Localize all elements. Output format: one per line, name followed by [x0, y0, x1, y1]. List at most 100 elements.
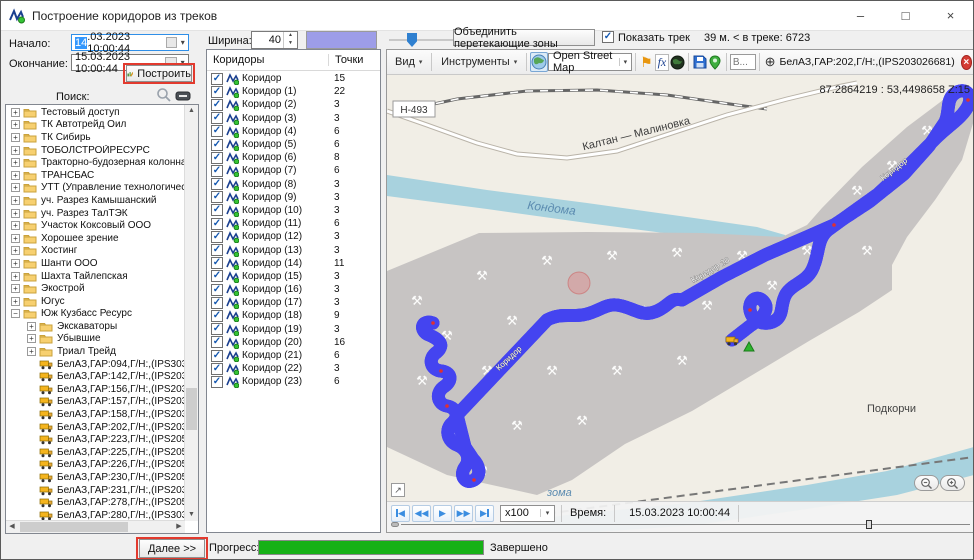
search-icon[interactable] — [156, 87, 172, 103]
tree-item[interactable]: БелАЗ,ГАР:157,Г/Н:,(IPS2030312 — [6, 396, 185, 409]
corridor-row[interactable]: ✓Коридор (8)3 — [207, 178, 380, 191]
keyboard-icon[interactable] — [175, 88, 191, 104]
tree-vertical-scrollbar[interactable]: ▲ ▼ — [184, 105, 198, 521]
corridor-checkbox[interactable]: ✓ — [211, 284, 223, 296]
tree-item[interactable]: БелАЗ,ГАР:223,Г/Н:,(IPS2050015 — [6, 433, 185, 446]
collapse-icon[interactable]: − — [11, 309, 20, 318]
corridor-checkbox[interactable]: ✓ — [211, 376, 223, 388]
timeline-thumb[interactable] — [866, 520, 872, 529]
scroll-up-icon[interactable]: ▲ — [185, 105, 198, 117]
corridor-row[interactable]: ✓Коридор (15)3 — [207, 270, 380, 283]
spinner-arrows[interactable]: ▲▼ — [283, 32, 297, 48]
corridor-row[interactable]: ✓Коридор (22)3 — [207, 362, 380, 375]
start-datetime-field[interactable]: 14.03.2023 10:00:44 ▾ — [71, 34, 189, 51]
tree-item[interactable]: +ТОБОЛСТРОЙРЕСУРС — [6, 144, 185, 157]
expand-map-button[interactable]: ↗ — [391, 483, 405, 497]
corridor-row[interactable]: ✓Коридор (6)8 — [207, 151, 380, 164]
corridor-checkbox[interactable]: ✓ — [211, 165, 223, 177]
expand-icon[interactable]: + — [11, 183, 20, 192]
corridor-checkbox[interactable]: ✓ — [211, 310, 223, 322]
clear-target-button[interactable]: × — [961, 55, 972, 70]
corridor-row[interactable]: ✓Коридор (2)3 — [207, 98, 380, 111]
scroll-left-icon[interactable]: ◀ — [6, 521, 18, 533]
tree-item[interactable]: БелАЗ,ГАР:230,Г/Н:,(IPS2050017 — [6, 471, 185, 484]
tree-item[interactable]: БелАЗ,ГАР:226,Г/Н:,(IPS2050015 — [6, 459, 185, 472]
route-button[interactable]: ⚑ — [639, 52, 655, 72]
corridor-row[interactable]: ✓Коридор (12)3 — [207, 230, 380, 243]
corridor-checkbox[interactable]: ✓ — [211, 231, 223, 243]
corridor-row[interactable]: ✓Коридор (5)6 — [207, 138, 380, 151]
corridor-row[interactable]: ✓Коридор (17)3 — [207, 296, 380, 309]
corridor-row[interactable]: ✓Коридор (7)6 — [207, 164, 380, 177]
tree-item[interactable]: +ТРАНСБАС — [6, 169, 185, 182]
tree-item[interactable]: +уч. Разрез ТалТЭК — [6, 207, 185, 220]
skip-end-button[interactable]: ▶ — [475, 505, 494, 522]
corridor-row[interactable]: ✓Коридор (9)3 — [207, 191, 380, 204]
slider-thumb[interactable] — [407, 33, 417, 47]
opacity-slider[interactable] — [389, 31, 453, 49]
corridor-checkbox[interactable]: ✓ — [211, 244, 223, 256]
expand-icon[interactable]: + — [11, 246, 20, 255]
corridor-row[interactable]: ✓Коридор (20)16 — [207, 336, 380, 349]
tree-item[interactable]: +Хостинг — [6, 245, 185, 258]
corridors-col-points[interactable]: Точки — [328, 54, 380, 66]
next-button[interactable]: Далее >> — [139, 539, 205, 558]
expand-icon[interactable]: + — [27, 322, 36, 331]
tree-item[interactable]: +Югус — [6, 295, 185, 308]
corridor-checkbox[interactable]: ✓ — [211, 178, 223, 190]
corridor-checkbox[interactable]: ✓ — [211, 204, 223, 216]
corridors-col-name[interactable]: Коридоры — [207, 54, 328, 66]
corridor-checkbox[interactable]: ✓ — [211, 99, 223, 111]
marker-button[interactable] — [708, 52, 724, 72]
spin-up-icon[interactable]: ▲ — [284, 32, 297, 40]
corridor-checkbox[interactable]: ✓ — [211, 336, 223, 348]
expand-icon[interactable]: + — [11, 259, 20, 268]
expand-icon[interactable]: + — [11, 221, 20, 230]
tree-item[interactable]: +уч. Разрез Камышанский — [6, 194, 185, 207]
corridor-color-swatch[interactable] — [306, 31, 377, 49]
tree-item[interactable]: +Экострой — [6, 282, 185, 295]
tree-item[interactable]: БелАЗ,ГАР:202,Г/Н:,(IPS2030266 — [6, 421, 185, 434]
expand-icon[interactable]: + — [11, 133, 20, 142]
tree-item[interactable]: +ТК Сибирь — [6, 131, 185, 144]
corridor-row[interactable]: ✓Коридор15 — [207, 72, 380, 85]
corridor-checkbox[interactable]: ✓ — [211, 86, 223, 98]
tree-item[interactable]: БелАЗ,ГАР:278,Г/Н:,(IPS2050067 — [6, 496, 185, 509]
corridor-row[interactable]: ✓Коридор (11)6 — [207, 217, 380, 230]
corridor-checkbox[interactable]: ✓ — [211, 139, 223, 151]
map-layer-button[interactable] — [530, 52, 548, 72]
map-provider-select[interactable]: Open Street Map ▾ — [548, 53, 632, 71]
tree-item[interactable]: +Шахта Тайлепская — [6, 270, 185, 283]
tree-item[interactable]: +УТТ (Управление технологического т — [6, 182, 185, 195]
corridor-checkbox[interactable]: ✓ — [211, 363, 223, 375]
corridor-row[interactable]: ✓Коридор (14)11 — [207, 257, 380, 270]
corridor-checkbox[interactable]: ✓ — [211, 73, 223, 85]
zoom-in-button[interactable] — [940, 475, 965, 491]
corridor-row[interactable]: ✓Коридор (19)3 — [207, 323, 380, 336]
corridor-checkbox[interactable]: ✓ — [211, 191, 223, 203]
expand-icon[interactable]: + — [11, 120, 20, 129]
expand-icon[interactable]: + — [27, 347, 36, 356]
expand-icon[interactable]: + — [11, 209, 20, 218]
expand-icon[interactable]: + — [11, 171, 20, 180]
tree-item[interactable]: +Тестовый доступ — [6, 106, 185, 119]
calendar-icon[interactable] — [166, 37, 178, 48]
save-button[interactable] — [692, 52, 708, 72]
corridor-row[interactable]: ✓Коридор (21)6 — [207, 349, 380, 362]
maximize-button[interactable]: □ — [883, 1, 928, 30]
tree-item[interactable]: +Триал Трейд — [6, 345, 185, 358]
expand-icon[interactable]: + — [11, 272, 20, 281]
tree-item[interactable]: БелАЗ,ГАР:156,Г/Н:,(IPS2030299 — [6, 383, 185, 396]
formula-button[interactable]: fx — [654, 52, 670, 72]
tree-item[interactable]: +Тракторно-будозерная колонна — [6, 156, 185, 169]
corridor-row[interactable]: ✓Коридор (10)3 — [207, 204, 380, 217]
zoom-out-button[interactable] — [914, 475, 939, 491]
timeline-track[interactable] — [401, 524, 970, 525]
map-canvas[interactable]: ⚒⚒⚒⚒⚒⚒⚒⚒⚒⚒⚒⚒⚒⚒⚒⚒⚒⚒⚒⚒⚒⚒⚒⚒⚒⚒ — [387, 75, 974, 532]
expand-icon[interactable]: + — [27, 334, 36, 343]
corridor-checkbox[interactable]: ✓ — [211, 297, 223, 309]
expand-icon[interactable]: + — [11, 297, 20, 306]
corridor-checkbox[interactable]: ✓ — [211, 125, 223, 137]
chevron-down-icon[interactable]: ▾ — [177, 38, 188, 47]
tree-item[interactable]: +Шанти ООО — [6, 257, 185, 270]
